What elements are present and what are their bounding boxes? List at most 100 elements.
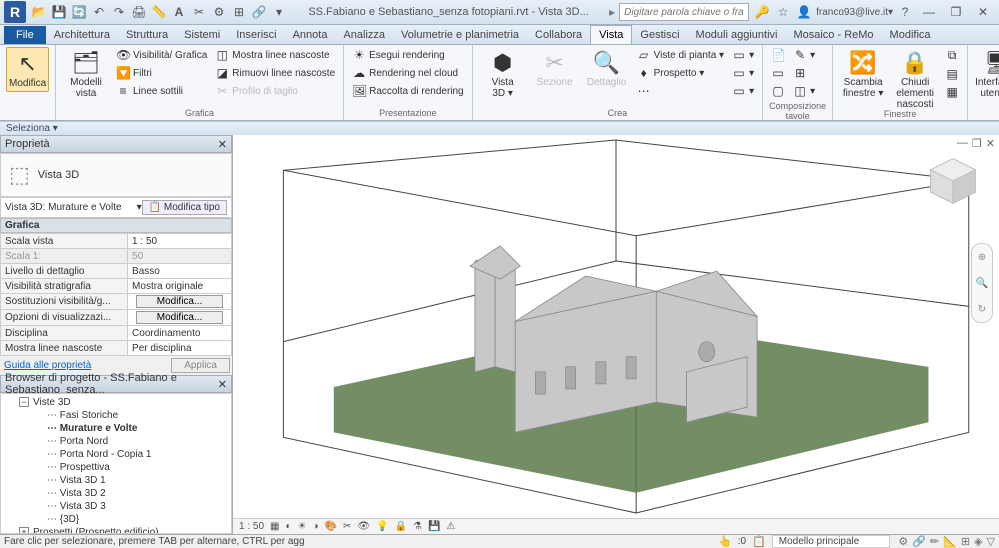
more-crea-button[interactable]: ⋯ <box>635 83 726 99</box>
vc-shadow-icon[interactable]: ◑ <box>313 521 319 532</box>
file-tab[interactable]: File <box>4 26 46 44</box>
rendering-cloud-button[interactable]: ☁Rendering nel cloud <box>350 65 466 81</box>
prop-value[interactable]: Modifica... <box>128 310 232 326</box>
tree-item[interactable]: ⋯ Murature e Volte <box>3 422 229 435</box>
tab-collabora[interactable]: Collabora <box>527 26 590 44</box>
tree-node-prospetti[interactable]: +Prospetti (Prospetto edificio) <box>3 526 229 534</box>
nav-arrow-icon[interactable]: ▸ <box>609 5 615 19</box>
close-icon[interactable]: ✕ <box>218 138 227 151</box>
vc-sun-icon[interactable]: ☀ <box>298 521 307 532</box>
vista3d-button[interactable]: ⬢ Vista 3D ▾ <box>479 47 527 101</box>
grid-icon[interactable]: ⊞ <box>230 3 248 21</box>
interfaccia-button[interactable]: 🖥 Interfaccia utente ▾ <box>974 47 999 101</box>
esegui-rendering-button[interactable]: ☀Esegui rendering <box>350 47 466 63</box>
vc-warn-icon[interactable]: ⚠ <box>446 521 455 532</box>
restore-button[interactable]: ❐ <box>944 3 968 21</box>
win-mini1[interactable]: ⧉ <box>943 47 961 64</box>
help-icon[interactable]: ? <box>896 3 914 21</box>
settings-icon[interactable]: ⚙ <box>210 3 228 21</box>
nav-bar[interactable]: ⊕ 🔍 ↻ <box>971 243 993 323</box>
vc-hide-icon[interactable]: 👁 <box>357 521 370 532</box>
vp-max-icon[interactable]: ❐ <box>972 137 982 150</box>
tab-volumetrie[interactable]: Volumetrie e planimetria <box>393 26 527 44</box>
comp-mini2[interactable]: ▭ <box>769 65 787 81</box>
tree-item[interactable]: ⋯ Vista 3D 1 <box>3 474 229 487</box>
prop-edit-button[interactable]: Modifica... <box>136 295 224 308</box>
modelli-vista-button[interactable]: 🗂 Modelli vista <box>62 47 110 101</box>
st-icon-1[interactable]: ⚙ <box>898 535 908 548</box>
profilo-taglio-button[interactable]: ✂Profilo di taglio <box>213 83 337 99</box>
viewport-3d[interactable]: ― ❐ ✕ <box>233 135 999 518</box>
tab-mosaico[interactable]: Mosaico - ReMo <box>785 26 881 44</box>
modifica-button[interactable]: ↖ Modifica <box>6 47 49 92</box>
browser-header[interactable]: Browser di progetto - SS.Fabiano e Sebas… <box>0 375 232 393</box>
collapse-icon[interactable]: − <box>19 397 29 407</box>
dropdown-icon[interactable]: ▾ <box>270 3 288 21</box>
section-grafica[interactable]: Grafica <box>0 218 232 233</box>
vc-style-icon[interactable]: ◐ <box>285 521 291 532</box>
nav-pan-icon[interactable]: ⊕ <box>978 252 986 263</box>
account-label[interactable]: franco93@live.it▾ <box>816 7 893 18</box>
scambia-finestre-button[interactable]: 🔀 Scambia finestre ▾ <box>839 47 887 101</box>
crea-mini1[interactable]: ▭▾ <box>730 47 756 63</box>
main-model-label[interactable]: Modello principale <box>772 535 891 548</box>
crea-mini2[interactable]: ▭▾ <box>730 65 756 81</box>
expand-icon[interactable]: + <box>19 527 29 534</box>
vc-render-icon[interactable]: 🎨 <box>325 521 337 532</box>
st-icon-5[interactable]: ⊞ <box>961 535 970 548</box>
star-icon[interactable]: ☆ <box>774 3 792 21</box>
tree-item[interactable]: ⋯ {3D} <box>3 513 229 526</box>
tab-architettura[interactable]: Architettura <box>46 26 118 44</box>
nav-zoom-icon[interactable]: 🔍 <box>976 278 988 289</box>
applica-button[interactable]: Applica <box>171 358 230 373</box>
tab-moduli[interactable]: Moduli aggiuntivi <box>688 26 786 44</box>
tree-item[interactable]: ⋯ Fasi Storiche <box>3 409 229 422</box>
close-icon[interactable]: ✕ <box>218 378 227 391</box>
vp-min-icon[interactable]: ― <box>957 137 968 150</box>
comp-mini4[interactable]: ✎▾ <box>791 47 817 63</box>
vc-analyt-icon[interactable]: ⚗ <box>413 521 422 532</box>
open-icon[interactable]: 📂 <box>30 3 48 21</box>
status-select-icon[interactable]: 👆 <box>718 535 732 548</box>
instance-selector[interactable]: Vista 3D: Murature e Volte <box>5 202 137 213</box>
project-browser[interactable]: −Viste 3D ⋯ Fasi Storiche⋯ Murature e Vo… <box>0 393 232 534</box>
prop-value[interactable]: 1 : 50 <box>128 234 232 249</box>
prop-value[interactable]: 50 <box>128 249 232 264</box>
sezione-button[interactable]: ✂ Sezione <box>531 47 579 90</box>
vc-lock-icon[interactable]: 🔒 <box>395 521 407 532</box>
comp-mini6[interactable]: ◫▾ <box>791 83 817 99</box>
search-input[interactable] <box>619 3 749 21</box>
raccolta-rendering-button[interactable]: 🖼Raccolta di rendering <box>350 83 466 99</box>
chiudi-nascosti-button[interactable]: 🔒 Chiudi elementi nascosti <box>891 47 939 112</box>
st-icon-2[interactable]: 🔗 <box>912 535 926 548</box>
viste-pianta-button[interactable]: ▱Viste di pianta ▾ <box>635 47 726 63</box>
dettaglio-button[interactable]: 🔍 Dettaglio <box>583 47 631 90</box>
prop-value[interactable]: Coordinamento <box>128 326 232 341</box>
tab-vista[interactable]: Vista <box>590 25 632 44</box>
vc-crop-icon[interactable]: ✂ <box>343 521 351 532</box>
measure-icon[interactable]: 📏 <box>150 3 168 21</box>
tree-item[interactable]: ⋯ Prospettiva <box>3 461 229 474</box>
vc-save-icon[interactable]: 💾 <box>428 521 440 532</box>
crea-mini3[interactable]: ▭▾ <box>730 83 756 99</box>
scale-label[interactable]: 1 : 50 <box>239 521 264 532</box>
prop-value[interactable]: Per disciplina <box>128 341 232 356</box>
rimuovi-linee-button[interactable]: ◪Rimuovi linee nascoste <box>213 65 337 81</box>
prop-value[interactable]: Modifica... <box>128 294 232 310</box>
tab-inserisci[interactable]: Inserisci <box>228 26 284 44</box>
tab-gestisci[interactable]: Gestisci <box>632 26 687 44</box>
win-mini3[interactable]: ▦ <box>943 84 961 100</box>
minimize-button[interactable]: ― <box>917 3 941 21</box>
st-icon-3[interactable]: ✏ <box>930 535 939 548</box>
st-icon-6[interactable]: ◈ <box>974 535 982 548</box>
tab-sistemi[interactable]: Sistemi <box>176 26 228 44</box>
print-icon[interactable]: 🖨 <box>130 3 148 21</box>
comp-mini1[interactable]: 📄 <box>769 47 787 63</box>
st-icon-4[interactable]: 📐 <box>943 535 957 548</box>
st-filter-icon[interactable]: ▽ <box>987 535 995 548</box>
status-filter-icon[interactable]: 📋 <box>752 535 766 548</box>
tab-analizza[interactable]: Analizza <box>335 26 393 44</box>
close-button[interactable]: ✕ <box>971 3 995 21</box>
link-icon[interactable]: 🔗 <box>250 3 268 21</box>
prop-edit-button[interactable]: Modifica... <box>136 311 224 324</box>
